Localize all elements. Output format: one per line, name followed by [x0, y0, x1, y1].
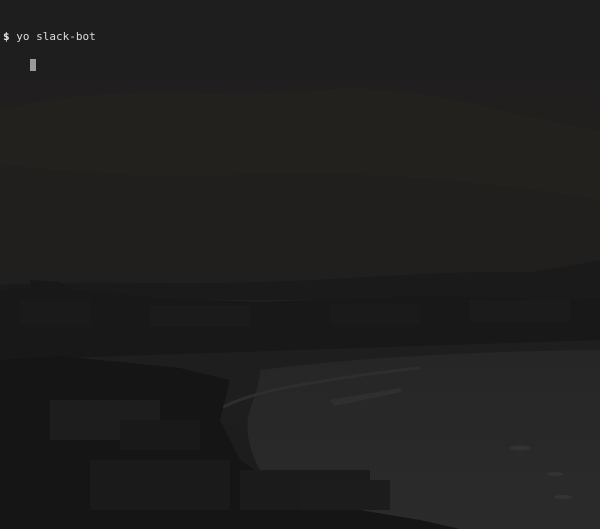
command-text: yo slack-bot [16, 30, 96, 43]
building-block [150, 305, 250, 327]
terminal-window[interactable]: $ yo slack-bot [0, 0, 600, 529]
building-block [300, 480, 390, 510]
building-block [90, 460, 230, 510]
building-block [20, 300, 90, 325]
building-block [330, 305, 420, 325]
block-cursor-icon [29, 59, 36, 71]
boat [510, 445, 530, 451]
building-block [470, 300, 570, 322]
building-block [120, 420, 200, 450]
prompt-symbol: $ [3, 30, 10, 43]
boat [554, 495, 572, 499]
command-line: $ yo slack-bot [3, 30, 96, 44]
terminal-output[interactable]: $ yo slack-bot [0, 0, 99, 91]
boat [547, 472, 563, 476]
